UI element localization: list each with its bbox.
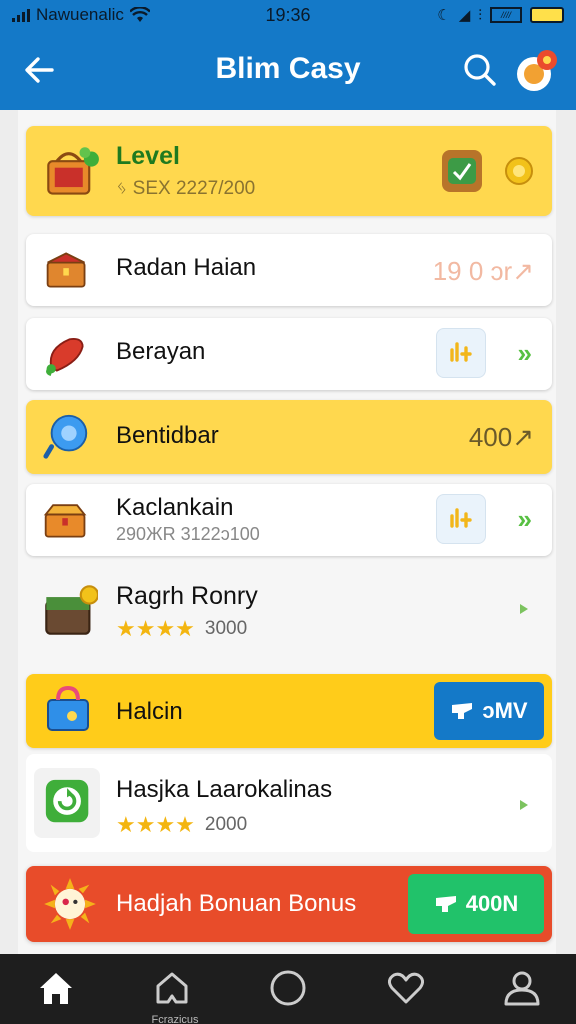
chevron-right-icon[interactable] [518,602,532,616]
list-item-value: 400↗ [468,422,534,452]
signal-icon [12,8,30,22]
list-item-title: Kaclankain [116,494,234,521]
app-bar: Blim Casy [0,30,576,110]
rating: ★★★★ 3000 [116,618,247,640]
moon-icon: ☾ [437,7,451,24]
rating-count: 3000 [204,618,248,639]
bonus-claim-button[interactable]: 400N [408,874,544,934]
level-up-icon [450,342,472,362]
chevron-right-icon[interactable] [518,798,532,812]
status-bar: Nawuenalic 19:36 ☾ ◢ ⫶ //// [0,0,576,30]
list-item-title: Berayan [116,338,206,365]
list-item-title: Bentidbar [116,422,219,449]
nav-favorites[interactable] [152,968,192,1008]
notification-avatar-icon [517,50,557,91]
cash-chest-icon [45,585,98,635]
list-item-title: Hasjka Laarokalinas [116,776,333,803]
circle-icon [270,970,306,1006]
bookmark-home-icon [156,972,188,1004]
heart-icon [387,972,425,1004]
level-title: Level [116,142,180,170]
back-button[interactable] [18,48,62,92]
list-item[interactable]: Ragrh Ronry ★★★★ 3000 [26,572,552,650]
nav-profile[interactable] [502,968,542,1008]
vibrate-icon: ⫶ [478,6,482,24]
wifi-icon [129,7,150,22]
bonus-title: Hadjah Bonuan Bonus [116,890,357,917]
trophy-badge-icon [442,150,482,192]
battery-icon [530,7,564,23]
list-item-title: Halcin [116,698,183,725]
nav-home[interactable] [36,968,76,1008]
list-item-title: Radan Haian [116,254,257,281]
upgrade-button[interactable] [436,328,486,378]
list-item[interactable]: Kaclankain 290ЖR 3122ᴐ100 » [26,484,552,556]
list-item[interactable]: Hasjka Laarokalinas ★★★★ 2000 [26,754,552,852]
treasure-box-icon [43,504,87,538]
claim-button-label: ᴐMV [482,698,528,723]
list-item-title: Ragrh Ronry [116,582,258,610]
nav-circle[interactable] [268,968,308,1008]
chili-pepper-icon [46,338,84,377]
home-icon [40,973,72,1004]
bottom-nav: Fcrazicus [0,954,576,1024]
whistle-icon [43,414,88,459]
bonus-card[interactable]: Hadjah Bonuan Bonus 400N [26,866,552,942]
search-button[interactable] [458,48,502,92]
profile-icon [504,971,540,1006]
level-card[interactable]: Level ᛃ SEX 2227/200 [26,126,552,216]
level-up-icon [450,508,472,528]
ticket-icon [452,703,473,719]
upgrade-button[interactable] [436,494,486,544]
list-item[interactable]: Radan Haian 19 0 ᴐr↗ [26,234,552,306]
rating-stars: ★★★★ [116,812,195,837]
rating-stars: ★★★★ [116,616,195,641]
sun-face-icon [44,878,96,930]
rating-count: 2000 [204,814,248,835]
list-item-value: 19 0 ᴐr↗ [432,256,534,286]
list-item[interactable]: Halcin ᴐMV [26,674,552,748]
refresh-badge-icon [45,779,89,823]
nav-active-label: Fcrazicus [151,1014,199,1024]
avatar[interactable] [512,46,560,94]
bonus-claim-label: 400N [465,891,519,916]
shopping-bag-icon [47,685,89,731]
gift-basket-icon [47,147,99,195]
coin-icon [505,157,533,185]
chevron-right-icon[interactable]: » [518,504,532,535]
carrier-name: Nawuenalic [36,5,124,24]
chevron-right-icon[interactable]: » [518,338,532,369]
level-progress: ᛃ SEX 2227/200 [116,178,256,199]
rating: ★★★★ 2000 [116,814,247,836]
search-icon [464,54,496,86]
list-item[interactable]: Berayan » [26,318,552,390]
back-arrow-icon [25,57,54,83]
list-item[interactable]: Bentidbar 400↗ [26,400,552,474]
treasure-chest-icon [46,252,86,288]
claim-button[interactable]: ᴐMV [434,682,544,740]
content-area: Level ᛃ SEX 2227/200 Radan Haian 19 0 ᴐr… [18,110,556,955]
list-item-subtitle: 290ЖR 3122ᴐ100 [116,524,260,544]
battery-level: //// [490,7,522,23]
signal-strength-icon: ◢ [458,7,471,24]
ticket-icon [435,896,456,912]
nav-heart[interactable] [386,968,426,1008]
